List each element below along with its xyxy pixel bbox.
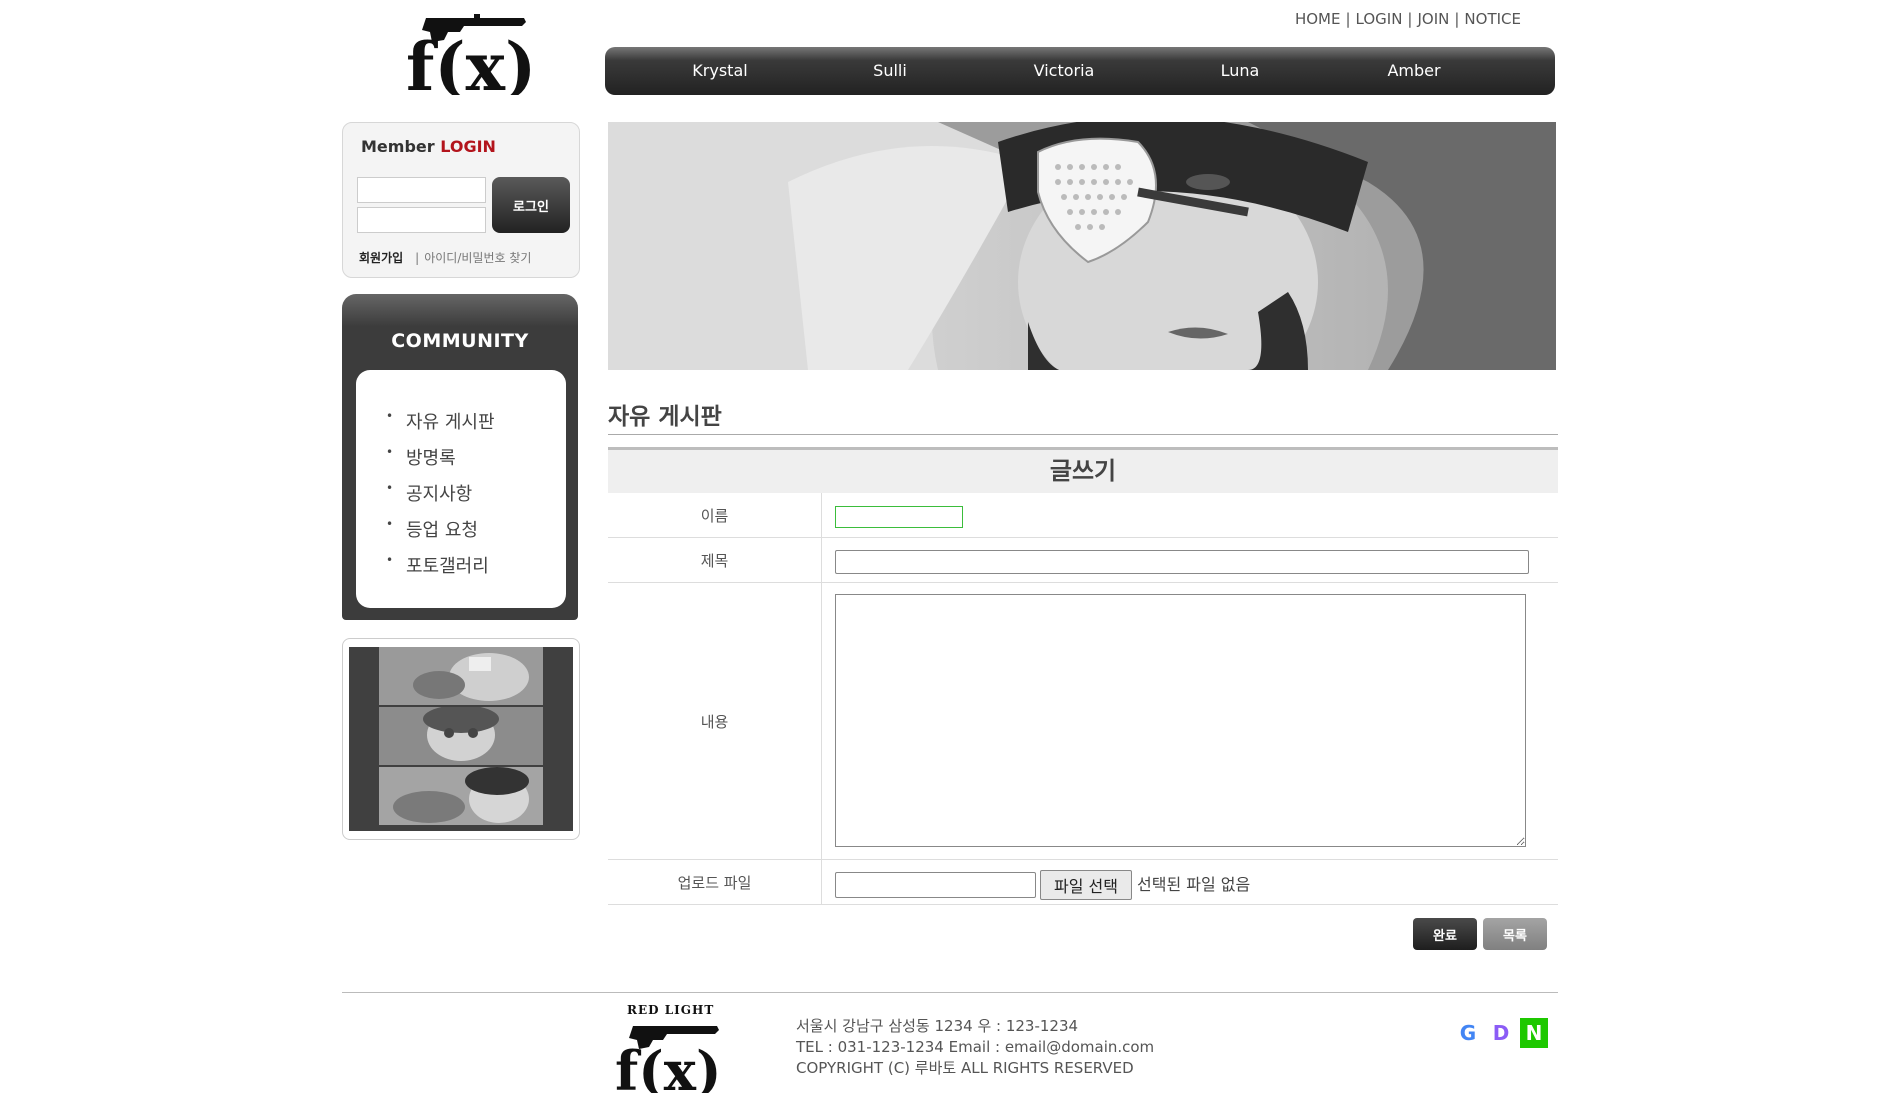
photo-frame-2 xyxy=(379,707,543,765)
nav-krystal[interactable]: Krystal xyxy=(660,47,780,95)
footer-info: 서울시 강남구 삼성동 1234 우 : 123-1234 TEL : 031-… xyxy=(796,1016,1154,1079)
submit-button[interactable]: 완료 xyxy=(1413,918,1477,950)
file-path-input[interactable] xyxy=(835,872,1036,898)
logo-text: f(x) xyxy=(406,28,534,95)
name-label: 이름 xyxy=(608,493,822,537)
photo-strip-box[interactable] xyxy=(342,638,580,840)
footer-copyright: COPYRIGHT (C) 루바토 ALL RIGHTS RESERVED xyxy=(796,1059,1134,1077)
fx-logo-icon: f(x) xyxy=(406,14,536,106)
join-link[interactable]: 회원가입 xyxy=(359,251,403,265)
subject-row: 제목 xyxy=(608,538,1558,583)
content-label: 내용 xyxy=(608,583,822,859)
login-title-accent: LOGIN xyxy=(440,137,496,156)
footer-contact: TEL : 031-123-1234 Email : email@domain.… xyxy=(796,1038,1155,1056)
community-item-guestbook[interactable]: 방명록 xyxy=(356,444,566,480)
find-account-link[interactable]: 아이디/비밀번호 찾기 xyxy=(424,251,531,265)
nav-sulli[interactable]: Sulli xyxy=(830,47,950,95)
community-item-free-board[interactable]: 자유 게시판 xyxy=(356,408,566,444)
login-title-prefix: Member xyxy=(361,137,435,156)
community-item-notice[interactable]: 공지사항 xyxy=(356,480,566,516)
list-button[interactable]: 목록 xyxy=(1483,918,1547,950)
util-home-link[interactable]: HOME xyxy=(1295,10,1341,28)
main-banner-image xyxy=(608,122,1556,370)
write-form: 글쓰기 이름 제목 내용 업로드 파일 파일 선택 선택된 파일 없음 xyxy=(608,447,1558,905)
util-login-link[interactable]: LOGIN xyxy=(1356,10,1403,28)
community-title: COMMUNITY xyxy=(391,330,529,352)
subject-label: 제목 xyxy=(608,538,822,582)
footer-logo-top-text: RED LIGHT xyxy=(627,1003,714,1017)
content-row: 내용 xyxy=(608,583,1558,860)
nav-amber[interactable]: Amber xyxy=(1354,47,1474,95)
footer-fx-logo-icon: RED LIGHT f(x) xyxy=(615,1003,722,1097)
subject-input[interactable] xyxy=(835,550,1529,574)
login-password-input[interactable] xyxy=(357,207,486,233)
board-title: 자유 게시판 xyxy=(608,404,722,430)
footer-divider xyxy=(342,992,1558,993)
community-box: COMMUNITY 자유 게시판 방명록 공지사항 등업 요청 포토갤러리 xyxy=(342,294,578,620)
form-header: 글쓰기 xyxy=(608,447,1558,493)
community-item-photo-gallery[interactable]: 포토갤러리 xyxy=(356,552,566,588)
title-divider xyxy=(608,434,1558,435)
footer-address: 서울시 강남구 삼성동 1234 우 : 123-1234 xyxy=(796,1017,1079,1035)
login-button[interactable]: 로그인 xyxy=(492,177,570,233)
member-login-box: Member LOGIN 로그인 회원가입 | 아이디/비밀번호 찾기 xyxy=(342,122,580,278)
photo-frame-1 xyxy=(379,647,543,705)
nav-luna[interactable]: Luna xyxy=(1180,47,1300,95)
site-logo[interactable]: f(x) xyxy=(404,10,536,106)
photo-frame-3 xyxy=(379,767,543,825)
nav-victoria[interactable]: Victoria xyxy=(1004,47,1124,95)
photo-strip xyxy=(349,647,573,831)
community-menu: 자유 게시판 방명록 공지사항 등업 요청 포토갤러리 xyxy=(356,370,566,608)
file-label: 업로드 파일 xyxy=(608,860,822,904)
file-select-button[interactable]: 파일 선택 xyxy=(1040,870,1132,900)
main-nav: Krystal Sulli Victoria Luna Amber xyxy=(605,47,1555,95)
google-icon[interactable]: G xyxy=(1453,1018,1483,1048)
util-notice-link[interactable]: NOTICE xyxy=(1464,10,1521,28)
login-links: 회원가입 | 아이디/비밀번호 찾기 xyxy=(359,251,532,265)
naver-icon[interactable]: N xyxy=(1520,1018,1548,1048)
daum-icon[interactable]: D xyxy=(1486,1018,1516,1048)
file-status-text: 선택된 파일 없음 xyxy=(1137,875,1251,894)
community-item-levelup-request[interactable]: 등업 요청 xyxy=(356,516,566,552)
content-textarea[interactable] xyxy=(835,594,1526,847)
login-title: Member LOGIN xyxy=(361,137,496,156)
name-row: 이름 xyxy=(608,493,1558,538)
footer-logo-text: f(x) xyxy=(615,1039,722,1093)
footer-logo: RED LIGHT f(x) xyxy=(615,1000,727,1097)
login-id-input[interactable] xyxy=(357,177,486,203)
utility-nav: HOME | LOGIN | JOIN | NOTICE xyxy=(1294,10,1521,28)
file-row: 업로드 파일 파일 선택 선택된 파일 없음 xyxy=(608,860,1558,905)
banner-photo xyxy=(608,122,1556,370)
util-join-link[interactable]: JOIN xyxy=(1417,10,1449,28)
name-input[interactable] xyxy=(835,506,963,528)
